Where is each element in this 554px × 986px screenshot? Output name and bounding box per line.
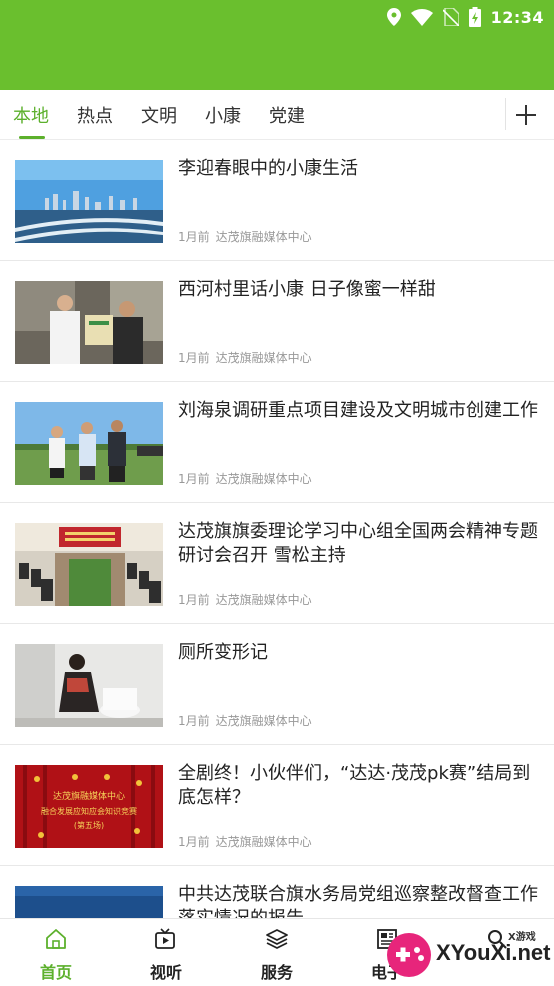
news-meta: 1月前 达茂旗融媒体中心 xyxy=(178,228,318,245)
list-item[interactable]: 刘海泉调研重点项目建设及文明城市创建工作 1月前 达茂旗融媒体中心 xyxy=(0,382,554,503)
news-meta: 1月前 达茂旗融媒体中心 xyxy=(178,349,318,366)
tab-divider xyxy=(505,98,506,130)
news-title: 厕所变形记 xyxy=(178,642,268,663)
tab-civilization[interactable]: 文明 xyxy=(141,102,177,128)
location-icon xyxy=(386,8,401,26)
no-sim-icon xyxy=(442,8,459,26)
news-title: 李迎春眼中的小康生活 xyxy=(178,158,358,179)
nav-video[interactable]: 视听 xyxy=(116,919,216,986)
news-time: 1月前 xyxy=(178,593,210,607)
news-source: 达茂旗融媒体中心 xyxy=(215,714,312,728)
news-time: 1月前 xyxy=(178,230,210,244)
news-source: 达茂旗融媒体中心 xyxy=(215,230,312,244)
gamepad-logo-icon xyxy=(387,933,431,977)
news-source: 达茂旗融媒体中心 xyxy=(215,593,312,607)
news-time: 1月前 xyxy=(178,714,210,728)
news-title: 全剧终！小伙伴们，“达达·茂茂pk赛”结局到底怎样？ xyxy=(178,763,531,808)
tab-hot[interactable]: 热点 xyxy=(77,102,113,128)
news-source: 达茂旗融媒体中心 xyxy=(215,351,312,365)
news-time: 1月前 xyxy=(178,472,210,486)
status-bar: 12:34 xyxy=(386,6,544,28)
nav-video-label: 视听 xyxy=(149,963,182,982)
banner-line-1: 达茂旗融媒体中心 xyxy=(53,790,125,802)
wifi-icon xyxy=(410,8,433,26)
app-header: 12:34 xyxy=(0,0,554,90)
list-item[interactable]: 李迎春眼中的小康生活 1月前 达茂旗融媒体中心 xyxy=(0,140,554,261)
news-time: 1月前 xyxy=(178,835,210,849)
news-thumbnail xyxy=(15,160,163,243)
news-meta: 1月前 达茂旗融媒体中心 xyxy=(178,712,318,729)
nav-service-label: 服务 xyxy=(260,963,293,982)
news-thumbnail xyxy=(15,523,163,606)
news-meta: 1月前 达茂旗融媒体中心 xyxy=(178,470,318,487)
battery-charging-icon xyxy=(468,7,481,27)
news-meta: 1月前 达茂旗融媒体中心 xyxy=(178,833,318,850)
home-icon xyxy=(46,929,66,949)
news-title: 西河村里话小康 日子像蜜一样甜 xyxy=(178,279,436,300)
banner-line-2: 融合发展应知应会知识竞赛 xyxy=(41,806,137,816)
video-icon xyxy=(155,928,175,949)
list-item[interactable]: 厕所变形记 1月前 达茂旗融媒体中心 xyxy=(0,624,554,745)
status-time: 12:34 xyxy=(490,7,544,27)
news-title: 刘海泉调研重点项目建设及文明城市创建工作 xyxy=(178,400,538,421)
nav-home[interactable]: 首页 xyxy=(6,919,106,986)
list-item[interactable]: 西河村里话小康 日子像蜜一样甜 1月前 达茂旗融媒体中心 xyxy=(0,261,554,382)
nav-home-label: 首页 xyxy=(39,963,72,982)
add-tab-icon[interactable] xyxy=(513,102,539,128)
news-thumbnail xyxy=(15,644,163,727)
layers-icon xyxy=(266,929,288,949)
watermark-text: XYouXi.net xyxy=(436,940,551,965)
news-thumbnail xyxy=(15,402,163,485)
news-thumbnail xyxy=(15,281,163,364)
nav-service[interactable]: 服务 xyxy=(227,919,327,986)
list-item[interactable]: 达茂旗融媒体中心 融合发展应知应会知识竞赛 (第五场) 全剧终！小伙伴们，“达达… xyxy=(0,745,554,866)
tab-local[interactable]: 本地 xyxy=(13,102,49,128)
news-meta: 1月前 达茂旗融媒体中心 xyxy=(178,591,318,608)
news-thumbnail: 达茂旗融媒体中心 融合发展应知应会知识竞赛 (第五场) xyxy=(15,765,163,848)
news-source: 达茂旗融媒体中心 xyxy=(215,472,312,486)
news-time: 1月前 xyxy=(178,351,210,365)
news-title: 达茂旗旗委理论学习中心组全国两会精神专题研讨会召开 雪松主持 xyxy=(178,521,538,566)
watermark: X游戏 XYouXi.net xyxy=(384,926,551,984)
list-item[interactable]: 达茂旗旗委理论学习中心组全国两会精神专题研讨会召开 雪松主持 1月前 达茂旗融媒体… xyxy=(0,503,554,624)
banner-line-3: (第五场) xyxy=(74,820,104,830)
tab-xiaokang[interactable]: 小康 xyxy=(205,102,241,128)
active-tab-indicator xyxy=(19,136,45,139)
tab-party[interactable]: 党建 xyxy=(269,102,305,128)
news-source: 达茂旗融媒体中心 xyxy=(215,835,312,849)
